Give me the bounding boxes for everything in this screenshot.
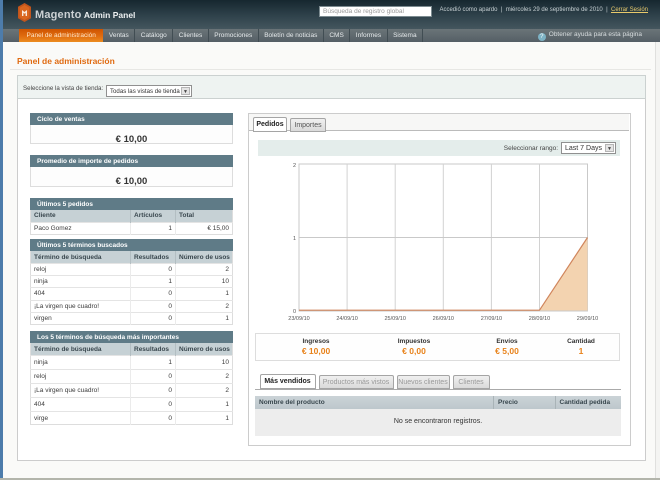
svg-text:28/09/10: 28/09/10 xyxy=(529,316,550,322)
svg-text:23/09/10: 23/09/10 xyxy=(288,316,309,322)
svg-text:1: 1 xyxy=(293,236,296,242)
svg-text:2: 2 xyxy=(293,163,296,169)
svg-text:25/09/10: 25/09/10 xyxy=(384,316,405,322)
svg-text:29/09/10: 29/09/10 xyxy=(577,316,598,322)
svg-text:26/09/10: 26/09/10 xyxy=(433,316,454,322)
svg-text:0: 0 xyxy=(293,309,296,315)
svg-text:24/09/10: 24/09/10 xyxy=(336,316,357,322)
svg-text:27/09/10: 27/09/10 xyxy=(481,316,502,322)
